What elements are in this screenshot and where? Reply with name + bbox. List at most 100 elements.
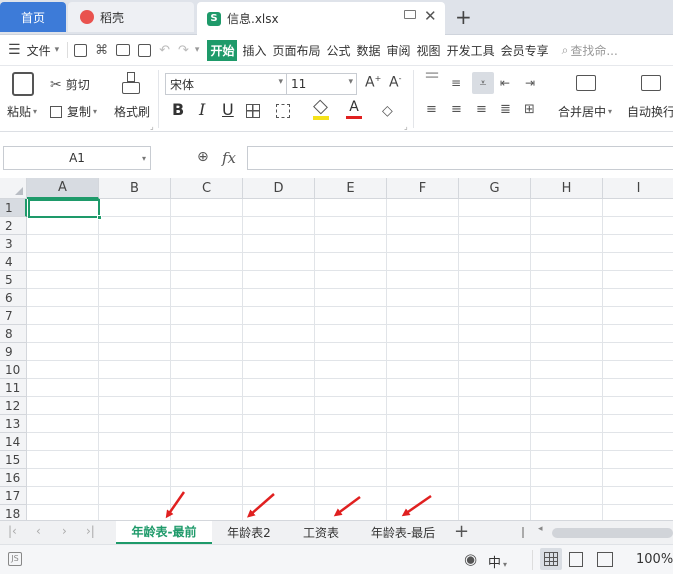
row-header-4[interactable]: 4 [0,253,27,271]
column-header-i[interactable]: I [603,178,673,199]
fill-handle[interactable] [97,215,102,220]
row-header-2[interactable]: 2 [0,217,27,235]
add-sheet-button[interactable]: + [454,521,469,542]
clipboard-expand-icon[interactable]: ⌟ [150,122,154,131]
hamburger-icon[interactable]: ☰ [8,42,21,58]
print-preview-icon[interactable] [138,43,152,57]
menu-tab-start[interactable]: 开始 [207,39,238,61]
row-header-9[interactable]: 9 [0,343,27,361]
row-header-5[interactable]: 5 [0,271,27,289]
undo-icon[interactable]: ↶ [159,43,170,58]
print-icon[interactable] [116,44,131,56]
font-expand-icon[interactable]: ⌟ [404,122,408,131]
align-top-icon[interactable]: ‾‾ ‾‾ [426,72,440,88]
increase-font-icon[interactable]: A+ [365,74,381,91]
font-name-select[interactable]: 宋体 [165,73,287,95]
distributed-align-icon[interactable]: ⊞ [524,102,535,117]
copy-button[interactable]: 复制 ▾ [50,103,97,120]
indent-decrease-icon[interactable]: ⇤ [500,76,510,90]
format-painter-button[interactable]: 格式刷 [114,103,150,120]
split-handle[interactable] [522,527,524,538]
row-header-13[interactable]: 13 [0,415,27,433]
more-chevron-icon[interactable]: ▾ [195,45,200,55]
menu-tab-view[interactable]: 视图 [416,40,442,61]
prev-sheet-icon[interactable]: ‹ [36,524,41,538]
font-color-icon[interactable]: A [346,100,362,120]
tab-file[interactable]: S 信息.xlsx ✕ [197,2,445,35]
row-header-8[interactable]: 8 [0,325,27,343]
sheet-tab-4[interactable]: 年龄表-最后 [356,521,450,544]
export-icon[interactable]: ⌘ [95,43,108,58]
row-header-14[interactable]: 14 [0,433,27,451]
row-header-18[interactable]: 18 [0,505,27,520]
row-header-6[interactable]: 6 [0,289,27,307]
indent-increase-icon[interactable]: ⇥ [525,76,535,90]
close-tab-icon[interactable]: ✕ [424,7,437,25]
formula-input[interactable] [247,146,673,170]
fx-icon[interactable]: fx [222,149,236,167]
menu-tab-formula[interactable]: 公式 [326,40,352,61]
search-icon[interactable]: ⌕ [562,43,569,58]
next-sheet-icon[interactable]: › [62,524,67,538]
zoom-formula-icon[interactable]: ⊕ [197,149,209,165]
menu-tab-review[interactable]: 审阅 [386,40,412,61]
align-left-icon[interactable]: ≡ [426,102,437,117]
last-sheet-icon[interactable]: ›| [86,524,95,538]
align-bottom-icon[interactable]: ⩡ [472,72,494,94]
align-justify-icon[interactable]: ≣ [500,102,511,117]
menu-tab-developer[interactable]: 开发工具 [446,40,496,61]
align-center-icon[interactable]: ≡ [451,102,462,117]
row-header-17[interactable]: 17 [0,487,27,505]
row-header-15[interactable]: 15 [0,451,27,469]
row-header-11[interactable]: 11 [0,379,27,397]
selected-cell-a1[interactable] [28,199,100,218]
file-menu[interactable]: 文件 ▾ [27,42,60,59]
paste-button[interactable]: 粘贴 ▾ [7,103,37,120]
row-header-7[interactable]: 7 [0,307,27,325]
clear-format-icon[interactable]: ◇ [382,103,393,119]
italic-button[interactable]: I [199,100,205,119]
cell-style-icon[interactable] [276,104,290,118]
normal-view-icon[interactable] [540,548,562,570]
sheet-tab-1[interactable]: 年龄表-最前 [116,521,212,544]
page-break-view-icon[interactable] [597,552,613,567]
align-middle-icon[interactable]: ≡ [451,76,465,90]
column-header-c[interactable]: C [171,178,243,199]
underline-button[interactable]: U [222,100,234,119]
window-restore-icon[interactable] [404,10,416,19]
page-layout-view-icon[interactable] [569,552,583,567]
column-header-d[interactable]: D [243,178,315,199]
zoom-level[interactable]: 100% [636,552,673,567]
name-box[interactable]: A1 ▾ [3,146,151,170]
sheet-tab-2[interactable]: 年龄表2 [214,521,284,544]
spreadsheet-grid[interactable]: ABCDEFGHI 1 2 3 4 5 6 7 8 9 10 11 12 13 14 15 16 17 18 [0,178,673,520]
column-header-g[interactable]: G [459,178,531,199]
merge-center-button[interactable]: 合并居中 ▾ [558,103,612,120]
cut-button[interactable]: ✂ 剪切 [50,76,90,93]
row-header-1[interactable]: 1 [0,199,27,217]
column-header-e[interactable]: E [315,178,387,199]
macro-icon[interactable]: JS [8,552,22,566]
redo-icon[interactable]: ↷ [178,43,189,58]
scroll-left-icon[interactable]: ◂ [538,524,543,534]
auto-wrap-button[interactable]: 自动换行 [627,103,673,120]
horizontal-scrollbar[interactable] [552,528,673,538]
ime-indicator[interactable]: 中 ▾ [488,552,507,571]
column-header-f[interactable]: F [387,178,459,199]
bold-button[interactable]: B [172,100,184,119]
borders-icon[interactable] [246,104,260,118]
align-right-icon[interactable]: ≡ [476,102,487,117]
row-header-3[interactable]: 3 [0,235,27,253]
eye-protection-icon[interactable]: ◉ [464,550,477,568]
new-tab-button[interactable]: + [455,5,472,29]
row-header-10[interactable]: 10 [0,361,27,379]
search-command-input[interactable]: 查找命... [570,42,617,59]
column-header-a[interactable]: A [27,178,99,199]
select-all-corner[interactable] [0,178,27,199]
font-size-select[interactable]: 11 [286,73,357,95]
decrease-font-icon[interactable]: A- [389,74,401,91]
column-header-h[interactable]: H [531,178,603,199]
sheet-tab-3[interactable]: 工资表 [288,521,354,544]
row-header-12[interactable]: 12 [0,397,27,415]
menu-tab-data[interactable]: 数据 [356,40,382,61]
